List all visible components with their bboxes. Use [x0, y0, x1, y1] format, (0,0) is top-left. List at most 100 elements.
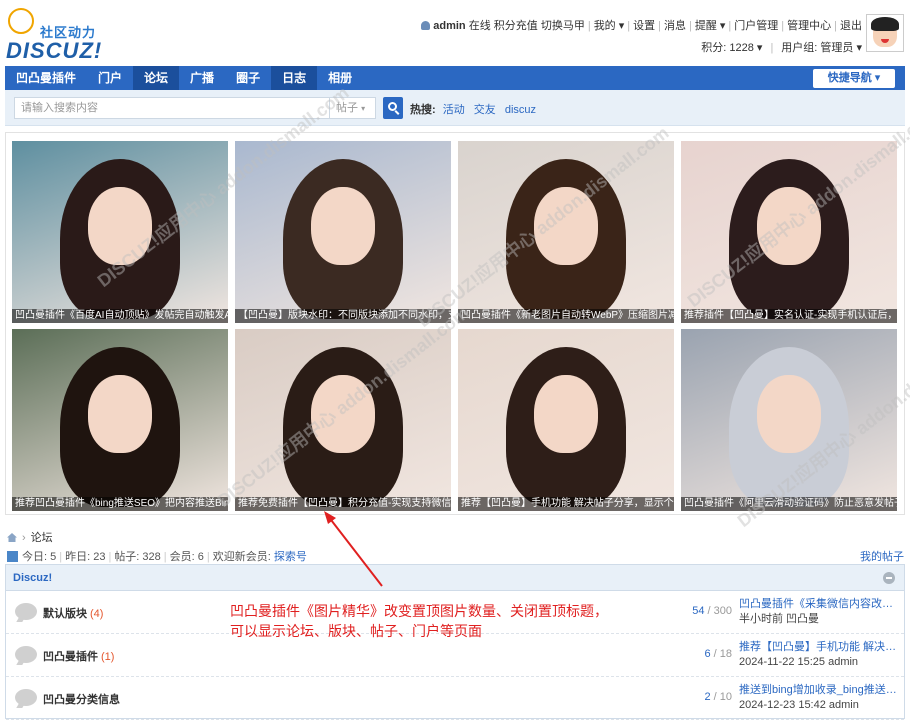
- featured-image-grid: 凹凸曼插件《百度AI自动顶贴》发帖完自动触发AI自 【凹凸曼】版块水印：不同版块添…: [5, 83, 910, 531]
- last-post-title[interactable]: 推荐【凹凸曼】手机功能 解决帖 ...: [739, 640, 899, 655]
- forum-counts: 2 / 10: [704, 691, 732, 703]
- featured-tile[interactable]: 凹凸曼插件《阿里云滑动验证码》防止恶意发帖子: [681, 329, 897, 511]
- admin-center-link[interactable]: 管理中心: [787, 20, 831, 32]
- annotation-line-1: 凹凸曼插件《图片精华》改变置顶图片数量、关闭置顶标题，: [230, 603, 608, 619]
- forum-stats: 今日: 5 | 昨日: 23 | 帖子: 328 | 会员: 6 | 欢迎新会员: 探索号: [7, 548, 307, 564]
- last-post-meta: 2024-12-23 15:42 admin: [739, 699, 859, 711]
- forum-counts: 54 / 300: [692, 605, 732, 617]
- nav-broadcast[interactable]: 广播: [179, 66, 225, 90]
- forum-today-count: (4): [90, 608, 104, 620]
- breadcrumb: › 论坛: [7, 529, 53, 545]
- usergroup-menu[interactable]: 用户组: 管理员: [781, 42, 853, 54]
- portal-admin-link[interactable]: 门户管理: [734, 20, 778, 32]
- last-post: 推荐【凹凸曼】手机功能 解决帖 ... 2024-11-22 15:25 admi…: [739, 640, 899, 670]
- last-post: 推送到bing增加收录_bing推送SEO ...2024-12-23 15:4…: [739, 683, 899, 713]
- hot-label: 热搜:: [410, 104, 436, 116]
- photo-face: [534, 375, 598, 453]
- forum-row[interactable]: 凹凸曼分类信息 2 / 10 推送到bing增加收录_bing推送SEO ...20…: [6, 678, 904, 720]
- tile-caption[interactable]: 凹凸曼插件《百度AI自动顶贴》发帖完自动触发AI自: [12, 309, 228, 323]
- nav-forum[interactable]: 论坛: [133, 66, 180, 90]
- forum-icon: [15, 646, 37, 663]
- featured-tile[interactable]: 凹凸曼插件《新老图片自动转WebP》压缩图片减少覆: [458, 141, 674, 323]
- forum-icon: [15, 689, 37, 706]
- forum-today-count: (1): [101, 651, 115, 663]
- last-post-meta: 半小时前 凹凸曼: [739, 613, 820, 625]
- featured-tile[interactable]: 推荐插件【凹凸曼】实名认证-实现手机认证后，才能: [681, 141, 897, 323]
- photo-face: [88, 375, 152, 453]
- annotation-note: 凹凸曼插件《图片精华》改变置顶图片数量、关闭置顶标题， 可以显示论坛、版块、帖子…: [230, 601, 608, 641]
- newest-member-link[interactable]: 探索号: [274, 551, 307, 563]
- tile-caption[interactable]: 推荐插件【凹凸曼】实名认证-实现手机认证后，才能: [681, 309, 897, 323]
- photo-face: [311, 375, 375, 453]
- category-header[interactable]: Discuz!: [6, 565, 904, 591]
- username-link[interactable]: admin: [433, 20, 465, 32]
- switch-account-link[interactable]: 切换马甲: [541, 20, 585, 32]
- search-button[interactable]: [383, 97, 403, 119]
- my-menu[interactable]: 我的: [594, 20, 616, 32]
- hot-searches: 热搜: 活动 交友 discuz: [410, 101, 542, 117]
- hot-link-activity[interactable]: 活动: [443, 104, 465, 116]
- photo-face: [88, 187, 152, 265]
- user-info: 积分: 1228 ▾ | 用户组: 管理员 ▾: [701, 42, 862, 54]
- nav-album[interactable]: 相册: [317, 66, 363, 90]
- photo-face: [757, 375, 821, 453]
- home-icon[interactable]: [7, 533, 17, 542]
- collapse-icon[interactable]: [883, 572, 895, 584]
- forum-name[interactable]: 凹凸曼插件 (1): [43, 648, 114, 664]
- tile-caption[interactable]: 凹凸曼插件《新老图片自动转WebP》压缩图片减少覆: [458, 309, 674, 323]
- photo-face: [311, 187, 375, 265]
- tile-caption[interactable]: 推荐免费插件【凹凸曼】积分充值-实现支持微信、支付: [235, 497, 451, 511]
- hot-link-discuz[interactable]: discuz: [505, 104, 536, 116]
- avatar[interactable]: [866, 14, 904, 52]
- tile-caption[interactable]: 推荐凹凸曼插件《bing推送SEO》把内容推送Bing搜索: [12, 497, 228, 511]
- main-nav: 凹凸曼插件 门户 论坛 广播 圈子 日志 相册 快捷导航 ▾: [5, 66, 905, 90]
- nav-circles[interactable]: 圈子: [225, 66, 271, 90]
- featured-tile[interactable]: 推荐凹凸曼插件《bing推送SEO》把内容推送Bing搜索: [12, 329, 228, 511]
- settings-link[interactable]: 设置: [633, 20, 655, 32]
- avatar-hair: [871, 17, 899, 31]
- hot-link-friends[interactable]: 交友: [474, 104, 496, 116]
- stats-icon: [7, 551, 18, 562]
- tile-caption[interactable]: 凹凸曼插件《阿里云滑动验证码》防止恶意发帖子: [681, 497, 897, 511]
- featured-tile[interactable]: 【凹凸曼】版块水印：不同版块添加不同水印，支持: [235, 141, 451, 323]
- quick-nav-button[interactable]: 快捷导航 ▾: [813, 69, 895, 88]
- last-post-meta: 2024-11-22 15:25 admin: [739, 656, 859, 668]
- forum-icon: [15, 603, 37, 620]
- header: 社区动力 DISCUZ! admin 在线 积分充值 切换马甲 | 我的 ▾ | 设置 |…: [0, 0, 910, 66]
- last-post-title[interactable]: 凹凸曼插件《采集微信内容改写》: [739, 597, 899, 612]
- reminders-menu[interactable]: 提醒: [695, 20, 717, 32]
- search-input[interactable]: 请输入搜索内容: [14, 97, 330, 119]
- nav-portal[interactable]: 门户: [87, 66, 133, 90]
- recharge-link[interactable]: 积分充值: [494, 20, 538, 32]
- photo-face: [757, 187, 821, 265]
- featured-tile[interactable]: 推荐【凹凸曼】手机功能 解决帖子分享，显示个人: [458, 329, 674, 511]
- tile-caption[interactable]: 【凹凸曼】版块水印：不同版块添加不同水印，支持: [235, 309, 451, 323]
- last-post: 凹凸曼插件《采集微信内容改写》 半小时前 凹凸曼: [739, 597, 899, 627]
- featured-tile[interactable]: 推荐免费插件【凹凸曼】积分充值-实现支持微信、支付: [235, 329, 451, 511]
- nav-plugins[interactable]: 凹凸曼插件: [5, 66, 87, 90]
- credits-menu[interactable]: 积分: 1228: [701, 42, 754, 54]
- online-status: 在线: [468, 20, 491, 32]
- featured-tile[interactable]: 凹凸曼插件《百度AI自动顶贴》发帖完自动触发AI自: [12, 141, 228, 323]
- last-post-title[interactable]: 推送到bing增加收录_bing推送SEO ...: [739, 683, 899, 698]
- messages-link[interactable]: 消息: [664, 20, 686, 32]
- annotation-line-2: 可以显示论坛、版块、帖子、门户等页面: [230, 623, 482, 639]
- nav-blog[interactable]: 日志: [271, 66, 318, 90]
- photo-face: [534, 187, 598, 265]
- forum-list: Discuz! 默认版块 (4) 54 / 300 凹凸曼插件《采集微信内容改写》 半小…: [5, 564, 905, 720]
- forum-name[interactable]: 凹凸曼分类信息: [43, 691, 123, 707]
- user-bar: admin 在线 积分充值 切换马甲 | 我的 ▾ | 设置 | 消息 | 提醒 ▾ | 门户管理 |…: [421, 17, 862, 33]
- site-logo[interactable]: 社区动力 DISCUZ!: [6, 8, 116, 63]
- forum-counts: 6 / 18: [704, 648, 732, 660]
- search-type-select[interactable]: 帖子 ▾: [330, 97, 376, 119]
- tile-caption[interactable]: 推荐【凹凸曼】手机功能 解决帖子分享，显示个人: [458, 497, 674, 511]
- forum-name[interactable]: 默认版块 (4): [43, 605, 103, 621]
- logout-link[interactable]: 退出: [840, 20, 862, 32]
- search-bar: 请输入搜索内容 帖子 ▾ 热搜: 活动 交友 discuz: [5, 90, 905, 126]
- logo-en: DISCUZ!: [6, 38, 103, 63]
- forum-row[interactable]: 凹凸曼插件 (1) 6 / 18 推荐【凹凸曼】手机功能 解决帖 ... 2024-11…: [6, 635, 904, 677]
- bulb-icon: [8, 8, 34, 34]
- user-icon: [421, 21, 431, 30]
- my-posts-link[interactable]: 我的帖子: [860, 548, 904, 564]
- breadcrumb-forum[interactable]: 论坛: [31, 532, 53, 544]
